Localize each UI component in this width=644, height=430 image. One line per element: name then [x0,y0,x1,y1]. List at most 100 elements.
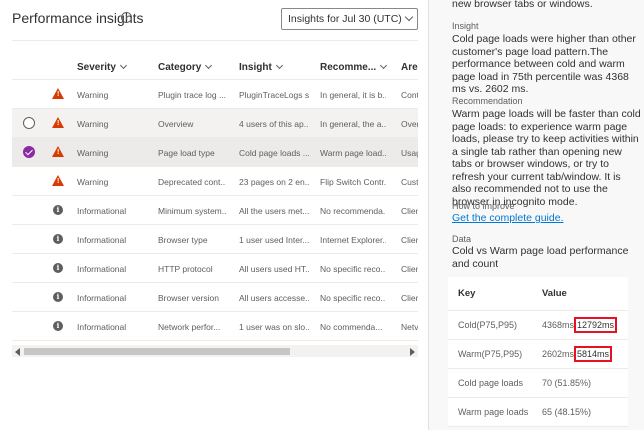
column-label: Category [158,62,202,73]
warning-icon: ! [52,175,64,186]
scrollbar-thumb[interactable] [24,348,290,355]
insight-cell: Cold page loads ... [239,148,309,158]
severity-cell: Warning [77,148,109,158]
recommendation-cell: No recommenda... [320,206,386,216]
table-row: Cold page loads 70 (51.85%) [448,368,628,398]
value-header: Value [538,277,628,311]
area-cell: Netv [401,322,418,332]
table-row[interactable]: i Informational Minimum system... All th… [12,196,418,225]
info-icon: i [53,263,63,273]
scroll-right-arrow-icon[interactable] [410,348,415,356]
table-row[interactable]: ! Warning Plugin trace log ... PluginTra… [12,80,418,109]
severity-cell: Warning [77,119,109,129]
table-row[interactable]: ! Warning Deprecated cont... 23 pages on… [12,167,418,196]
performance-data-table: Key Value Cold(P75,P95) 4368ms 12792ms Wa… [448,277,628,427]
data-title: Cold vs Warm page load performance and c… [452,245,629,270]
severity-cell: Informational [77,293,127,303]
category-cell: Deprecated cont... [158,177,226,187]
category-cell: Network perfor... [158,322,221,332]
table-row[interactable]: i Informational Browser version All user… [12,283,418,312]
chevron-down-icon [380,61,388,70]
severity-cell: Informational [77,235,127,245]
recommendation-cell: Internet Explorer... [320,235,386,245]
recommendation-text: Warm page loads will be faster than cold… [452,108,641,208]
key-cell: Warm page loads [448,397,538,427]
severity-cell: Warning [77,177,109,187]
p75-value: 4368ms [542,319,575,330]
row-select-radio[interactable] [23,117,35,129]
warning-icon: ! [52,88,64,99]
insight-text: Cold page loads were higher than other c… [452,33,636,95]
area-cell: Clien [401,235,418,245]
complete-guide-link[interactable]: Get the complete guide. [452,212,642,224]
column-label: Insight [239,62,272,73]
severity-cell: Informational [77,206,127,216]
category-cell: Overview [158,119,194,129]
p75-value: 2602ms [542,348,575,359]
row-select-checkmark[interactable] [23,146,35,158]
info-icon: i [53,205,63,215]
area-cell: Cust [401,177,418,187]
info-icon: i [53,321,63,331]
horizontal-scrollbar[interactable] [12,345,418,357]
table-row[interactable]: ! Warning Overview 4 users of this ap...… [12,109,418,138]
column-header-insight[interactable]: Insight [239,61,283,73]
scroll-left-arrow-icon[interactable] [15,348,20,356]
key-cell: Cold(P75,P95) [448,310,538,340]
recommendation-label: Recommendation [452,96,523,106]
category-cell: HTTP protocol [158,264,213,274]
p95-value-highlighted: 5814ms [574,345,613,362]
info-icon[interactable]: i [121,12,132,23]
column-header-category[interactable]: Category [158,61,213,73]
warning-icon: ! [52,117,64,128]
details-top-text: new browser tabs or windows. [452,0,593,10]
insight-cell: All users accesse... [239,293,309,303]
chevron-down-icon [275,61,283,70]
value-cell: 4368ms 12792ms [538,310,628,340]
table-row[interactable]: i Informational Browser type 1 user used… [12,225,418,254]
insights-grid: Severity Category Insight Recomme... Are… [12,52,418,345]
grid-header: Severity Category Insight Recomme... Are… [12,52,418,80]
warning-icon: ! [52,146,64,157]
area-cell: Over [401,119,418,129]
column-label: Area [401,62,418,73]
table-row: Warm(P75,P95) 2602ms 5814ms [448,339,628,369]
column-label: Recomme... [320,62,377,73]
insight-cell: 4 users of this ap... [239,119,309,129]
chevron-down-icon [119,61,127,70]
severity-cell: Informational [77,322,127,332]
value-cell: 65 (48.15%) [538,397,628,427]
recommendation-cell: No specific reco... [320,264,386,274]
insight-cell: All the users met... [239,206,309,216]
category-cell: Plugin trace log ... [158,90,226,100]
column-header-recommendation[interactable]: Recomme... [320,61,388,73]
table-row[interactable]: ! Warning Page load type Cold page loads… [12,138,418,167]
area-cell: Usag [401,148,418,158]
data-label: Data [452,234,472,244]
column-header-severity[interactable]: Severity [77,61,127,73]
area-cell: Cont [401,90,418,100]
value-cell: 2602ms 5814ms [538,339,628,369]
p95-value-highlighted: 12792ms [574,316,618,333]
divider [12,40,418,41]
chevron-down-icon [205,61,213,70]
table-row[interactable]: i Informational HTTP protocol All users … [12,254,418,283]
category-cell: Browser version [158,293,219,303]
table-row[interactable]: i Informational Network perfor... 1 user… [12,312,418,341]
insight-cell: 1 user was on slo... [239,322,309,332]
recommendation-cell: No specific reco... [320,293,386,303]
column-header-area[interactable]: Area [401,62,418,73]
date-dropdown-label: Insights for Jul 30 (UTC) [288,13,402,25]
insight-cell: 23 pages on 2 en... [239,177,309,187]
chevron-down-icon [404,12,414,22]
date-dropdown[interactable]: Insights for Jul 30 (UTC) [281,8,418,30]
severity-cell: Warning [77,90,109,100]
area-cell: Clien [401,206,418,216]
insight-label: Insight [452,21,479,31]
insights-panel: Performance insights i Insights for Jul … [0,0,428,430]
insight-cell: 1 user used Inter... [239,235,309,245]
insight-cell: All users used HT... [239,264,309,274]
key-header: Key [448,277,538,311]
area-cell: Clien [401,264,418,274]
recommendation-cell: Warm page load... [320,148,386,158]
